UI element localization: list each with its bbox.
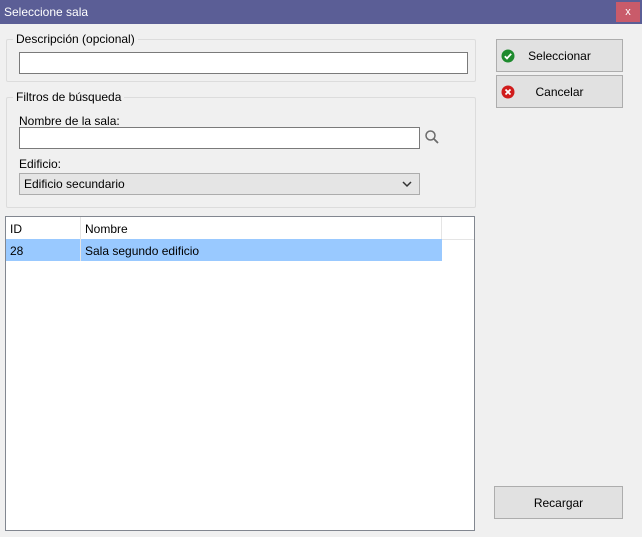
table-row[interactable]: 28 Sala segundo edificio xyxy=(6,239,442,261)
reload-button-label: Recargar xyxy=(533,495,584,510)
window-title: Seleccione sala xyxy=(4,5,89,19)
check-circle-icon xyxy=(501,49,515,63)
column-header-filler xyxy=(442,217,474,239)
cell-id: 28 xyxy=(6,239,81,261)
building-select-value: Edificio secundario xyxy=(24,177,125,191)
filters-legend: Filtros de búsqueda xyxy=(16,90,122,104)
building-label: Edificio: xyxy=(19,157,62,171)
close-icon: x xyxy=(625,6,631,18)
column-header-id[interactable]: ID xyxy=(6,217,81,239)
cancel-button-label: Cancelar xyxy=(535,84,584,99)
select-button[interactable]: Seleccionar xyxy=(496,39,623,72)
dialog-body: Descripción (opcional) Filtros de búsque… xyxy=(0,24,642,537)
select-button-label: Seleccionar xyxy=(528,48,591,63)
reload-button[interactable]: Recargar xyxy=(494,486,623,519)
results-table[interactable]: ID Nombre 28 Sala segundo edificio xyxy=(5,216,475,531)
title-bar: Seleccione sala x xyxy=(0,0,642,24)
building-select[interactable]: Edificio secundario xyxy=(19,173,420,195)
room-name-label: Nombre de la sala: xyxy=(19,114,120,128)
description-input[interactable] xyxy=(19,52,468,74)
description-legend: Descripción (opcional) xyxy=(16,32,135,46)
room-name-input[interactable] xyxy=(19,127,420,149)
cancel-button[interactable]: Cancelar xyxy=(496,75,623,108)
x-circle-icon xyxy=(501,85,515,99)
close-button[interactable]: x xyxy=(616,2,640,22)
search-icon[interactable] xyxy=(424,129,440,145)
table-header: ID Nombre xyxy=(6,217,474,240)
column-header-name[interactable]: Nombre xyxy=(81,217,442,239)
chevron-down-icon xyxy=(401,177,413,191)
cell-name: Sala segundo edificio xyxy=(85,244,200,258)
